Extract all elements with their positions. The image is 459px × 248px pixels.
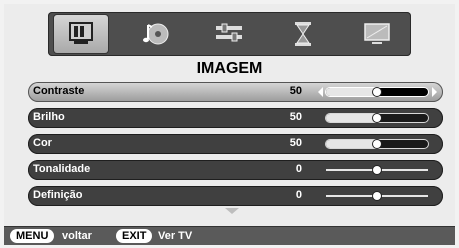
- level-knob[interactable]: [373, 114, 381, 122]
- exit-key-action: Ver TV: [158, 230, 193, 242]
- menu-item-value: 50: [289, 111, 302, 123]
- menu-item-value: 50: [289, 85, 302, 97]
- menu-item-label: Definição: [33, 189, 83, 201]
- sound-icon: [143, 23, 169, 45]
- menu-item-brilho[interactable]: Brilho 50: [28, 108, 443, 128]
- menu-item-label: Contraste: [33, 85, 85, 97]
- arrow-left-icon[interactable]: [318, 87, 323, 97]
- settings-icon: [216, 23, 242, 42]
- exit-key-badge[interactable]: EXIT: [116, 229, 153, 243]
- level-knob[interactable]: [373, 192, 381, 200]
- tab-sound[interactable]: [128, 15, 182, 53]
- menu-item-label: Brilho: [33, 111, 65, 123]
- timer-icon: [295, 22, 311, 46]
- footer-bar: MENU voltar EXIT Ver TV: [4, 226, 455, 245]
- picture-icon: [69, 22, 93, 44]
- scroll-down-icon[interactable]: [225, 208, 239, 214]
- tab-settings[interactable]: [202, 15, 256, 53]
- category-icon-bar: [48, 12, 411, 56]
- menu-item-label: Tonalidade: [33, 163, 91, 175]
- arrow-right-icon[interactable]: [432, 87, 437, 97]
- menu-key-badge[interactable]: MENU: [10, 229, 55, 243]
- menu-item-definicao[interactable]: Definição 0: [28, 186, 443, 206]
- menu-item-cor[interactable]: Cor 50: [28, 134, 443, 154]
- menu-item-tonalidade[interactable]: Tonalidade 0: [28, 160, 443, 180]
- page-title: IMAGEM: [196, 60, 263, 77]
- menu-item-label: Cor: [33, 137, 52, 149]
- screen-icon: [364, 23, 390, 44]
- tab-picture[interactable]: [54, 15, 108, 53]
- menu-item-contraste[interactable]: Contraste 50: [28, 82, 443, 102]
- level-knob[interactable]: [373, 88, 381, 96]
- tv-osd-menu: IMAGEM Contraste 50 Brilho 50 Cor 50 Ton…: [4, 4, 455, 245]
- level-knob[interactable]: [373, 166, 381, 174]
- menu-key-action: voltar: [62, 230, 92, 242]
- level-knob[interactable]: [373, 140, 381, 148]
- menu-item-value: 0: [295, 163, 302, 175]
- tab-timer[interactable]: [276, 15, 330, 53]
- menu-item-value: 50: [289, 137, 302, 149]
- menu-item-value: 0: [295, 189, 302, 201]
- tab-screen[interactable]: [350, 15, 404, 53]
